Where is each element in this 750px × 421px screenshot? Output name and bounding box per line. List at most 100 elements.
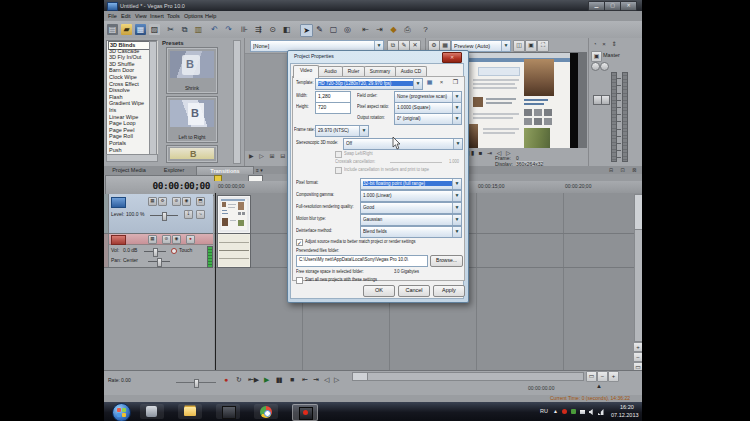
start-button[interactable] (112, 403, 131, 421)
prev-frame-button[interactable]: ◁ (324, 376, 329, 384)
audio-automation-icon[interactable] (171, 248, 177, 254)
time-display[interactable]: 00:00:00;00 (105, 175, 215, 196)
menu-edit[interactable]: Edit (121, 13, 130, 19)
tab-video[interactable]: Video (293, 65, 319, 78)
loop-button[interactable]: ↻ (236, 376, 242, 384)
menu-view[interactable]: View (135, 13, 147, 19)
ok-button[interactable]: OK (363, 285, 395, 297)
stereo-combo[interactable]: Off▼ (343, 138, 463, 150)
swap-checkbox[interactable] (335, 151, 342, 158)
video-track-header[interactable]: ▦ ⚙ ⊘ ◉ ⬒ Level: 100.0 % ↧ ⤷ (104, 194, 213, 234)
preset-thumb-3[interactable]: B (166, 145, 218, 163)
zoom-tool-icon[interactable]: ◎ (342, 24, 353, 35)
video-event[interactable] (218, 196, 250, 233)
master-mute-button[interactable] (591, 62, 600, 71)
menu-help[interactable]: Help (205, 13, 216, 19)
timeline-hscrollbar[interactable] (352, 372, 584, 381)
template-match-media-icon[interactable]: ❐ (451, 78, 460, 87)
transitions-list-hscrollbar[interactable] (106, 154, 158, 162)
taskbar-recorder[interactable] (292, 404, 318, 421)
blur-combo[interactable]: Gaussian▼ (360, 214, 462, 226)
timeline-zoom-edit-icon[interactable]: ▭ (586, 371, 597, 382)
timeline-vscrollbar[interactable] (634, 194, 642, 342)
audio-track-header[interactable]: ▦ ⊘ ◉ ● Vol: 0.0 dB Touch Pan: Center (104, 234, 213, 268)
transitions-list-scrollbar[interactable] (149, 41, 157, 155)
pause-button[interactable]: ▮▮ (276, 376, 282, 384)
audio-pan-slider[interactable] (148, 261, 170, 262)
quality-combo[interactable]: Good▼ (360, 202, 462, 214)
video-track-mute-icon[interactable]: ⊘ (172, 197, 181, 206)
paste-icon[interactable]: ▥ (193, 24, 204, 35)
master-fader-right[interactable] (601, 95, 610, 105)
trim-end-icon[interactable]: ⇥ (374, 24, 385, 35)
go-to-start-button[interactable]: ⇤ (302, 376, 308, 384)
tray-clock-date[interactable]: 07.12.2013 (611, 412, 639, 418)
video-track-solo-icon[interactable]: ◉ (182, 197, 191, 206)
rotation-combo[interactable]: 0° (original)▼ (394, 113, 462, 125)
next-frame-button[interactable]: ▷ (334, 376, 339, 384)
new-project-icon[interactable]: ▤ (107, 24, 118, 35)
tray-volume-icon[interactable] (588, 408, 595, 415)
video-level-slider[interactable] (150, 215, 178, 216)
template-save-icon[interactable]: ▦ (425, 78, 434, 87)
copy-icon[interactable]: ⧉ (179, 24, 190, 35)
master-bus-toolbar-icons[interactable]: ◔ × ⇕ (593, 40, 619, 47)
video-parent-icon[interactable]: ⤷ (196, 210, 205, 219)
marker-icon[interactable]: ◆ (388, 24, 399, 35)
audio-track-solo-icon[interactable]: ◉ (172, 235, 181, 244)
tray-update-icon[interactable] (570, 408, 577, 415)
presets-scrollbar[interactable] (233, 40, 241, 164)
preset-thumb-1[interactable]: B Shrink (166, 47, 218, 94)
template-delete-icon[interactable]: × (437, 78, 446, 87)
lock-envelopes-icon[interactable]: ⊙ (267, 24, 278, 35)
apply-button[interactable]: Apply (433, 285, 465, 297)
menu-file[interactable]: File (108, 13, 117, 19)
tab-explorer[interactable]: Explorer (156, 166, 192, 175)
envelope-tool-icon[interactable]: ✎ (314, 24, 325, 35)
video-track-automation-icon[interactable]: ⚙ (158, 197, 167, 206)
audio-track-fx-icon[interactable]: ▦ (148, 235, 157, 244)
height-field[interactable]: 720 (315, 102, 351, 114)
video-track-fx-icon[interactable]: ▦ (148, 197, 157, 206)
tray-show-hidden-icon[interactable]: ▲ (552, 408, 559, 415)
record-button[interactable]: ● (224, 376, 228, 383)
render-as-icon[interactable]: ⎙ (402, 24, 413, 35)
transition-item[interactable]: Push (108, 147, 149, 154)
browse-button[interactable]: Browse... (430, 255, 463, 267)
tray-recorder-icon[interactable] (561, 408, 568, 415)
properties-icon[interactable]: ▨ (149, 24, 160, 35)
dock-tab-more-icon[interactable]: ≡ ▾ (256, 167, 263, 173)
play-button[interactable]: ▶ (264, 376, 269, 384)
dock-bottom-icons[interactable]: ⊟ ⊡ ⊠ (609, 167, 639, 173)
deinterlace-combo[interactable]: Blend fields▼ (360, 226, 462, 238)
menu-insert[interactable]: Insert (150, 13, 164, 19)
video-track-bypass-icon[interactable]: ⬒ (196, 197, 205, 206)
start-all-checkbox[interactable] (296, 277, 303, 284)
redo-icon[interactable]: ↷ (223, 24, 234, 35)
normal-edit-tool-icon[interactable]: ➤ (300, 24, 313, 37)
pixel-format-combo[interactable]: 32-bit floating point (full range)▼ (360, 178, 462, 190)
plugin-transport-icons[interactable]: ▶ ▷ ⊞ ⊟ (249, 152, 287, 159)
tab-project-media[interactable]: Project Media (106, 166, 152, 175)
menu-options[interactable]: Options (184, 13, 203, 19)
timeline-zoom-in-vertical-icon[interactable]: + (633, 342, 642, 352)
taskbar-app-2[interactable] (216, 404, 240, 419)
crosstalk-slider[interactable] (390, 162, 442, 163)
taskbar-app-1[interactable] (140, 404, 164, 419)
go-to-end-button[interactable]: ⇥ (313, 376, 319, 384)
audio-event[interactable] (218, 234, 250, 267)
close-button[interactable]: ✕ (620, 1, 637, 11)
timeline-zoom-in-icon[interactable]: + (608, 371, 619, 382)
minimize-button[interactable]: ▁ (588, 1, 605, 11)
preview-copy-icon[interactable]: ⛶ (537, 40, 549, 52)
timeline-zoom-out-icon[interactable]: − (597, 371, 608, 382)
save-icon[interactable]: ▦ (135, 24, 146, 35)
preset-thumb-2[interactable]: B Left to Right (166, 96, 218, 143)
selection-tool-icon[interactable]: ▢ (328, 24, 339, 35)
stop-button[interactable]: ■ (290, 376, 294, 383)
tray-language[interactable]: RU (540, 408, 548, 414)
rate-slider[interactable] (176, 382, 216, 383)
preview-split-icon[interactable]: ◫ (513, 40, 525, 52)
taskbar-chrome[interactable] (254, 404, 278, 419)
audio-track-mute-icon[interactable]: ⊘ (162, 235, 171, 244)
